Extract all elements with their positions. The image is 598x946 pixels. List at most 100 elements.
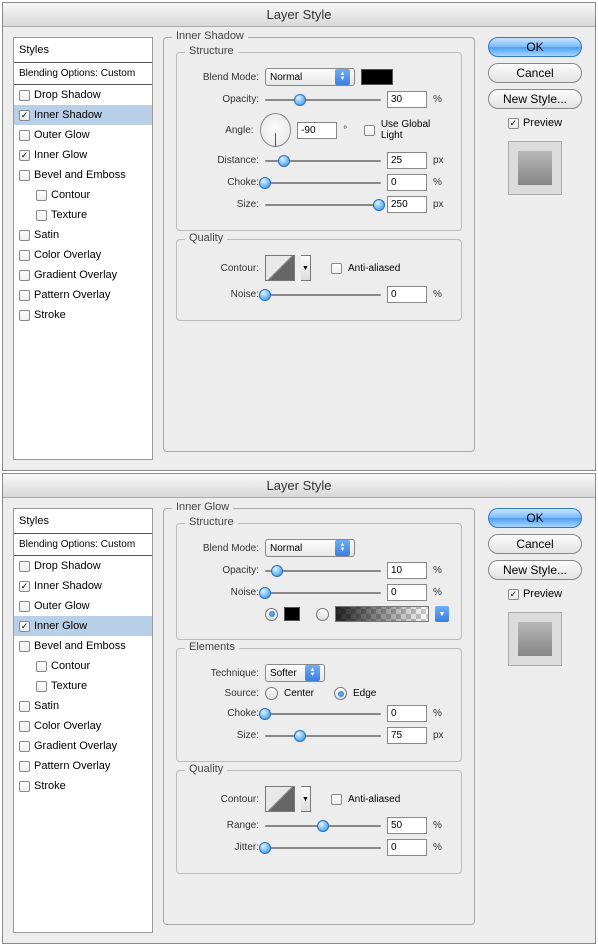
sidebar-item-pattern-overlay[interactable]: Pattern Overlay bbox=[14, 756, 152, 776]
sidebar-item-texture[interactable]: Texture bbox=[14, 205, 152, 225]
size-input[interactable] bbox=[387, 196, 427, 213]
sidebar-item-color-overlay[interactable]: Color Overlay bbox=[14, 245, 152, 265]
contour-picker[interactable] bbox=[265, 255, 295, 281]
sidebar-item-outer-glow[interactable]: Outer Glow bbox=[14, 125, 152, 145]
sidebar-item-stroke[interactable]: Stroke bbox=[14, 305, 152, 325]
opacity-input[interactable] bbox=[387, 562, 427, 579]
style-checkbox[interactable] bbox=[19, 110, 30, 121]
opacity-input[interactable] bbox=[387, 91, 427, 108]
glow-color-swatch[interactable] bbox=[284, 607, 300, 621]
antialiased-checkbox[interactable] bbox=[331, 794, 342, 805]
sidebar-item-inner-shadow[interactable]: Inner Shadow bbox=[14, 105, 152, 125]
size-slider[interactable] bbox=[265, 730, 381, 742]
chevron-down-icon[interactable]: ▼ bbox=[301, 255, 311, 281]
cancel-button[interactable]: Cancel bbox=[488, 63, 582, 83]
sidebar-item-pattern-overlay[interactable]: Pattern Overlay bbox=[14, 285, 152, 305]
range-slider[interactable] bbox=[265, 820, 381, 832]
choke-input[interactable] bbox=[387, 174, 427, 191]
sidebar-item-inner-shadow[interactable]: Inner Shadow bbox=[14, 576, 152, 596]
source-edge-radio[interactable] bbox=[334, 687, 347, 700]
technique-select[interactable]: Softer▲▼ bbox=[265, 664, 325, 682]
preview-checkbox[interactable] bbox=[508, 589, 519, 600]
distance-input[interactable] bbox=[387, 152, 427, 169]
chevron-down-icon[interactable]: ▼ bbox=[301, 786, 311, 812]
size-slider[interactable] bbox=[265, 199, 381, 211]
gradient-radio[interactable] bbox=[316, 608, 329, 621]
blending-options[interactable]: Blending Options: Custom bbox=[14, 534, 152, 556]
style-checkbox[interactable] bbox=[36, 681, 47, 692]
style-checkbox[interactable] bbox=[19, 290, 30, 301]
noise-input[interactable] bbox=[387, 286, 427, 303]
choke-input[interactable] bbox=[387, 705, 427, 722]
size-input[interactable] bbox=[387, 727, 427, 744]
opacity-slider[interactable] bbox=[265, 94, 381, 106]
sidebar-item-drop-shadow[interactable]: Drop Shadow bbox=[14, 556, 152, 576]
choke-slider[interactable] bbox=[265, 177, 381, 189]
sidebar-item-outer-glow[interactable]: Outer Glow bbox=[14, 596, 152, 616]
style-checkbox[interactable] bbox=[36, 661, 47, 672]
style-checkbox[interactable] bbox=[19, 581, 30, 592]
blend-mode-select[interactable]: Normal▲▼ bbox=[265, 68, 355, 86]
style-checkbox[interactable] bbox=[19, 721, 30, 732]
sidebar-item-bevel-and-emboss[interactable]: Bevel and Emboss bbox=[14, 636, 152, 656]
style-checkbox[interactable] bbox=[19, 601, 30, 612]
style-checkbox[interactable] bbox=[19, 230, 30, 241]
sidebar-item-contour[interactable]: Contour bbox=[14, 185, 152, 205]
style-checkbox[interactable] bbox=[19, 310, 30, 321]
new-style-button[interactable]: New Style... bbox=[488, 89, 582, 109]
sidebar-item-satin[interactable]: Satin bbox=[14, 696, 152, 716]
style-checkbox[interactable] bbox=[19, 781, 30, 792]
sidebar-item-inner-glow[interactable]: Inner Glow bbox=[14, 616, 152, 636]
blending-options[interactable]: Blending Options: Custom bbox=[14, 63, 152, 85]
style-checkbox[interactable] bbox=[19, 170, 30, 181]
sidebar-item-inner-glow[interactable]: Inner Glow bbox=[14, 145, 152, 165]
noise-input[interactable] bbox=[387, 584, 427, 601]
jitter-input[interactable] bbox=[387, 839, 427, 856]
style-checkbox[interactable] bbox=[19, 621, 30, 632]
ok-button[interactable]: OK bbox=[488, 508, 582, 528]
style-checkbox[interactable] bbox=[19, 741, 30, 752]
sidebar-item-bevel-and-emboss[interactable]: Bevel and Emboss bbox=[14, 165, 152, 185]
source-center-radio[interactable] bbox=[265, 687, 278, 700]
style-checkbox[interactable] bbox=[36, 190, 47, 201]
sidebar-item-gradient-overlay[interactable]: Gradient Overlay bbox=[14, 265, 152, 285]
noise-slider[interactable] bbox=[265, 587, 381, 599]
sidebar-item-drop-shadow[interactable]: Drop Shadow bbox=[14, 85, 152, 105]
jitter-slider[interactable] bbox=[265, 842, 381, 854]
opacity-slider[interactable] bbox=[265, 565, 381, 577]
ok-button[interactable]: OK bbox=[488, 37, 582, 57]
style-checkbox[interactable] bbox=[19, 561, 30, 572]
style-checkbox[interactable] bbox=[19, 250, 30, 261]
noise-slider[interactable] bbox=[265, 289, 381, 301]
new-style-button[interactable]: New Style... bbox=[488, 560, 582, 580]
distance-slider[interactable] bbox=[265, 155, 381, 167]
style-checkbox[interactable] bbox=[19, 270, 30, 281]
sidebar-header[interactable]: Styles bbox=[14, 38, 152, 63]
angle-dial[interactable] bbox=[260, 113, 292, 147]
style-checkbox[interactable] bbox=[19, 701, 30, 712]
sidebar-item-contour[interactable]: Contour bbox=[14, 656, 152, 676]
style-checkbox[interactable] bbox=[36, 210, 47, 221]
angle-input[interactable] bbox=[297, 122, 337, 139]
sidebar-item-texture[interactable]: Texture bbox=[14, 676, 152, 696]
style-checkbox[interactable] bbox=[19, 130, 30, 141]
contour-picker[interactable] bbox=[265, 786, 295, 812]
style-checkbox[interactable] bbox=[19, 150, 30, 161]
range-input[interactable] bbox=[387, 817, 427, 834]
choke-slider[interactable] bbox=[265, 708, 381, 720]
gradient-picker[interactable] bbox=[335, 606, 429, 622]
style-checkbox[interactable] bbox=[19, 761, 30, 772]
cancel-button[interactable]: Cancel bbox=[488, 534, 582, 554]
sidebar-item-stroke[interactable]: Stroke bbox=[14, 776, 152, 796]
chevron-down-icon[interactable]: ▼ bbox=[435, 606, 449, 622]
sidebar-header[interactable]: Styles bbox=[14, 509, 152, 534]
style-checkbox[interactable] bbox=[19, 641, 30, 652]
preview-checkbox[interactable] bbox=[508, 118, 519, 129]
global-light-checkbox[interactable] bbox=[364, 125, 375, 136]
style-checkbox[interactable] bbox=[19, 90, 30, 101]
shadow-color-swatch[interactable] bbox=[361, 69, 393, 85]
antialiased-checkbox[interactable] bbox=[331, 263, 342, 274]
blend-mode-select[interactable]: Normal▲▼ bbox=[265, 539, 355, 557]
sidebar-item-satin[interactable]: Satin bbox=[14, 225, 152, 245]
color-radio[interactable] bbox=[265, 608, 278, 621]
